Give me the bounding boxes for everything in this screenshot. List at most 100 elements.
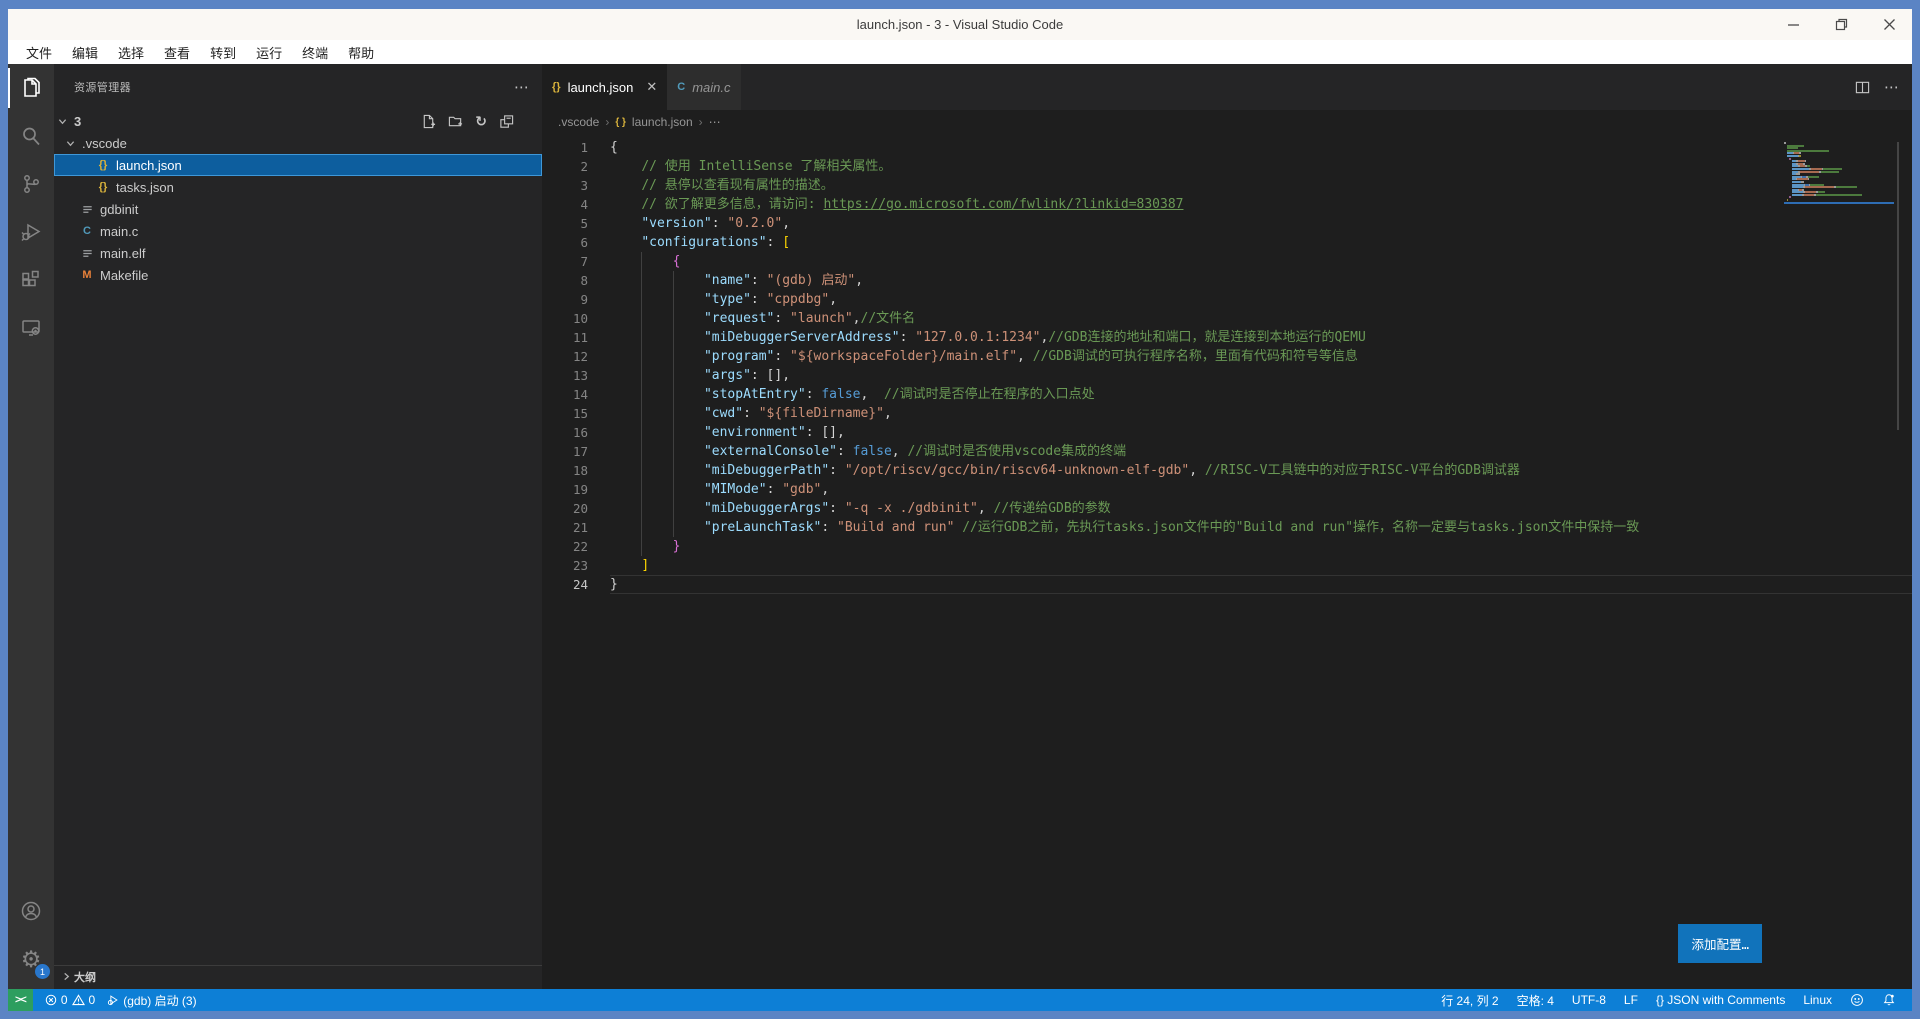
settings-badge: 1 [35, 964, 50, 979]
outline-section[interactable]: 大纲 [54, 965, 542, 987]
sidebar-header: 资源管理器 ⋯ [54, 64, 542, 110]
split-editor-icon[interactable] [1855, 80, 1870, 95]
breadcrumb: .vscode › { } launch.json › ⋯ [542, 110, 1912, 134]
search-icon[interactable] [8, 112, 54, 160]
code-line-10[interactable]: 10 "request": "launch",//文件名 [542, 309, 1912, 328]
menu-item-1[interactable]: 编辑 [62, 41, 108, 64]
debug-status[interactable]: (gdb) 启动 (3) [101, 989, 202, 1011]
tree-item--vscode[interactable]: .vscode [54, 132, 542, 154]
code-line-5[interactable]: 5 "version": "0.2.0", [542, 214, 1912, 233]
code-line-19[interactable]: 19 "MIMode": "gdb", [542, 480, 1912, 499]
tab-label: main.c [692, 80, 730, 95]
sidebar-more-icon[interactable]: ⋯ [514, 78, 530, 96]
code-line-16[interactable]: 16 "environment": [], [542, 423, 1912, 442]
problems-status[interactable]: 0 0 [39, 989, 101, 1011]
menu-item-4[interactable]: 转到 [200, 41, 246, 64]
code-line-2[interactable]: 2 // 使用 IntelliSense 了解相关属性。 [542, 157, 1912, 176]
file-label: .vscode [78, 136, 127, 151]
outline-label: 大纲 [74, 969, 96, 985]
file-tree: 3 ↻ [54, 110, 542, 965]
status-item-5[interactable]: Linux [1797, 989, 1838, 1011]
source-control-icon[interactable] [8, 160, 54, 208]
code-line-6[interactable]: 6 "configurations": [ [542, 233, 1912, 252]
tree-item-main-c[interactable]: Cmain.c [54, 220, 542, 242]
breadcrumb-folder[interactable]: .vscode [558, 115, 599, 129]
status-item-1[interactable]: 空格: 4 [1511, 989, 1560, 1011]
code-line-11[interactable]: 11 "miDebuggerServerAddress": "127.0.0.1… [542, 328, 1912, 347]
file-label: tasks.json [112, 180, 174, 195]
new-file-icon[interactable] [421, 114, 436, 129]
tab-label: launch.json [568, 80, 634, 95]
code-line-23[interactable]: 23 ] [542, 556, 1912, 575]
file-label: main.elf [96, 246, 146, 261]
remote-explorer-icon[interactable] [8, 304, 54, 352]
close-icon[interactable] [1880, 16, 1898, 34]
json-file-icon: {} [552, 81, 561, 93]
code-line-18[interactable]: 18 "miDebuggerPath": "/opt/riscv/gcc/bin… [542, 461, 1912, 480]
remote-indicator[interactable]: >< [8, 989, 33, 1011]
window-title: launch.json - 3 - Visual Studio Code [857, 17, 1063, 32]
tree-item-tasks-json[interactable]: {}tasks.json [54, 176, 542, 198]
notifications-bell-icon[interactable] [1876, 989, 1902, 1011]
chevron-down-icon [62, 139, 78, 148]
menu-item-3[interactable]: 查看 [154, 41, 200, 64]
collapse-all-icon[interactable] [499, 114, 514, 129]
code-line-4[interactable]: 4 // 欲了解更多信息，请访问: https://go.microsoft.c… [542, 195, 1912, 214]
more-actions-icon[interactable]: ⋯ [1884, 78, 1900, 96]
menu-item-6[interactable]: 终端 [292, 41, 338, 64]
status-item-3[interactable]: LF [1618, 989, 1644, 1011]
scrollbar[interactable] [1897, 142, 1899, 430]
code-line-22[interactable]: 22 } [542, 537, 1912, 556]
code-line-3[interactable]: 3 // 悬停以查看现有属性的描述。 [542, 176, 1912, 195]
code-editor[interactable]: 1{2 // 使用 IntelliSense 了解相关属性。3 // 悬停以查看… [542, 134, 1912, 989]
feedback-icon[interactable] [1844, 989, 1870, 1011]
menu-item-0[interactable]: 文件 [16, 41, 62, 64]
status-item-2[interactable]: UTF-8 [1566, 989, 1612, 1011]
tab-main-c[interactable]: Cmain.c [667, 64, 741, 110]
code-line-15[interactable]: 15 "cwd": "${fileDirname}", [542, 404, 1912, 423]
code-line-12[interactable]: 12 "program": "${workspaceFolder}/main.e… [542, 347, 1912, 366]
restore-button[interactable] [1832, 16, 1850, 34]
tree-item-Makefile[interactable]: MMakefile [54, 264, 542, 286]
tree-root-folder[interactable]: 3 ↻ [54, 110, 542, 132]
json-file-icon: {} [94, 181, 112, 193]
close-tab-icon[interactable]: ✕ [646, 79, 657, 95]
makefile-icon: M [78, 269, 96, 281]
code-line-13[interactable]: 13 "args": [], [542, 366, 1912, 385]
account-icon[interactable] [8, 887, 54, 935]
menu-item-7[interactable]: 帮助 [338, 41, 384, 64]
breadcrumb-more[interactable]: ⋯ [709, 115, 721, 129]
status-item-0[interactable]: 行 24, 列 2 [1435, 989, 1504, 1011]
code-line-9[interactable]: 9 "type": "cppdbg", [542, 290, 1912, 309]
breadcrumb-separator: › [699, 115, 703, 129]
menu-item-5[interactable]: 运行 [246, 41, 292, 64]
code-line-20[interactable]: 20 "miDebuggerArgs": "-q -x ./gdbinit", … [542, 499, 1912, 518]
minimap[interactable] [1784, 142, 1894, 205]
breadcrumb-file[interactable]: launch.json [632, 115, 693, 129]
code-line-7[interactable]: 7 { [542, 252, 1912, 271]
code-line-1[interactable]: 1{ [542, 138, 1912, 157]
tree-item-launch-json[interactable]: {}launch.json [54, 154, 542, 176]
run-debug-icon[interactable] [8, 208, 54, 256]
warning-icon [72, 994, 85, 1006]
tree-item-gdbinit[interactable]: gdbinit [54, 198, 542, 220]
settings-gear-icon[interactable]: ⚙ 1 [8, 935, 54, 983]
menu-item-2[interactable]: 选择 [108, 41, 154, 64]
explorer-icon[interactable] [8, 64, 54, 112]
minimize-button[interactable] [1784, 16, 1802, 34]
code-line-8[interactable]: 8 "name": "(gdb) 启动", [542, 271, 1912, 290]
code-line-21[interactable]: 21 "preLaunchTask": "Build and run" //运行… [542, 518, 1912, 537]
code-line-17[interactable]: 17 "externalConsole": false, //调试时是否使用vs… [542, 442, 1912, 461]
new-folder-icon[interactable] [448, 114, 463, 129]
add-configuration-button[interactable]: 添加配置… [1678, 924, 1762, 963]
debug-config-label: (gdb) 启动 (3) [123, 992, 196, 1009]
tab-launch-json[interactable]: {} launch.json ✕ [542, 64, 667, 110]
refresh-icon[interactable]: ↻ [475, 113, 487, 130]
status-item-4[interactable]: {} JSON with Comments [1650, 989, 1791, 1011]
editor-group: {} launch.json ✕ Cmain.c ⋯ .vscode › { } la… [542, 64, 1912, 989]
tree-item-main-elf[interactable]: main.elf [54, 242, 542, 264]
code-line-14[interactable]: 14 "stopAtEntry": false, //调试时是否停止在程序的入口… [542, 385, 1912, 404]
code-line-24[interactable]: 24} [542, 575, 1912, 594]
file-label: launch.json [112, 158, 182, 173]
extensions-icon[interactable] [8, 256, 54, 304]
